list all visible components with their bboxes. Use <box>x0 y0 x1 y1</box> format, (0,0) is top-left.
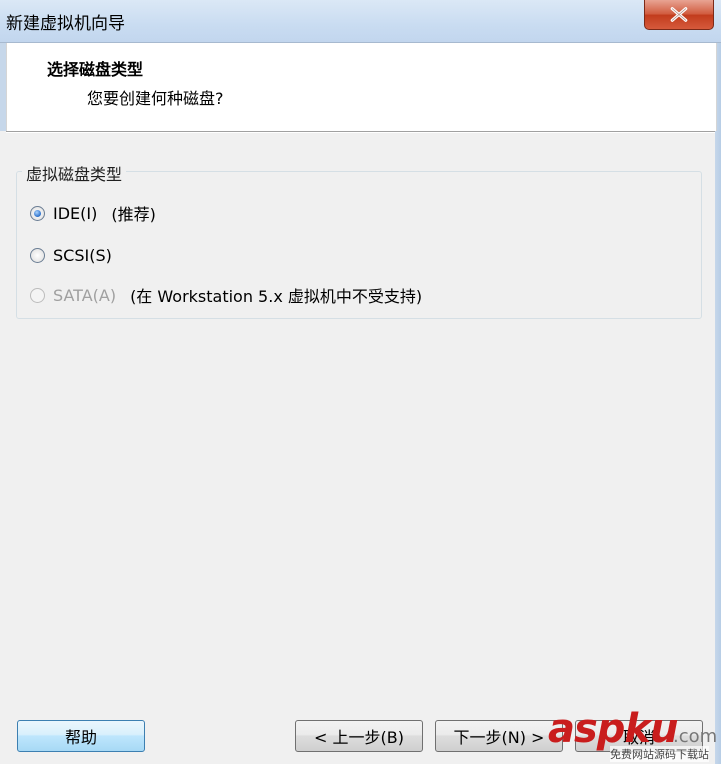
radio-note-sata: (在 Workstation 5.x 虚拟机中不受支持) <box>130 287 423 306</box>
radio-button-icon[interactable] <box>30 247 45 263</box>
close-icon <box>670 7 688 22</box>
new-vm-wizard-window: 新建虚拟机向导 选择磁盘类型 您要创建何种磁盘? 虚拟磁盘类型 IDE(I) (… <box>0 0 721 764</box>
wizard-header: 选择磁盘类型 您要创建何种磁盘? <box>6 43 717 131</box>
page-subtitle: 您要创建何种磁盘? <box>87 89 224 108</box>
window-frame-right <box>715 43 721 764</box>
radio-option-ide[interactable]: IDE(I) (推荐) <box>30 202 156 224</box>
radio-button-icon[interactable] <box>30 205 45 221</box>
radio-label-sata: SATA(A) <box>53 285 117 305</box>
watermark-domain: .com <box>673 726 718 747</box>
watermark-tagline: 免费网站源码下载站 <box>610 746 709 762</box>
watermark-logo: aspku .com 免费网站源码下载站 <box>548 706 718 762</box>
next-button[interactable]: 下一步(N) > <box>435 720 563 752</box>
disk-type-group-legend: 虚拟磁盘类型 <box>22 161 127 185</box>
close-button[interactable] <box>644 0 714 30</box>
radio-option-sata: SATA(A) (在 Workstation 5.x 虚拟机中不受支持) <box>30 284 422 306</box>
title-bar[interactable]: 新建虚拟机向导 <box>0 0 721 43</box>
radio-note-ide: (推荐) <box>111 205 156 224</box>
header-divider <box>6 131 715 133</box>
radio-label-ide[interactable]: IDE(I) <box>53 204 97 223</box>
help-button[interactable]: 帮助 <box>17 720 145 752</box>
window-title: 新建虚拟机向导 <box>6 14 125 34</box>
radio-label-scsi[interactable]: SCSI(S) <box>53 246 112 265</box>
radio-button-icon <box>30 287 45 303</box>
radio-option-scsi[interactable]: SCSI(S) <box>30 244 112 266</box>
page-title: 选择磁盘类型 <box>47 60 144 79</box>
back-button[interactable]: < 上一步(B) <box>295 720 423 752</box>
